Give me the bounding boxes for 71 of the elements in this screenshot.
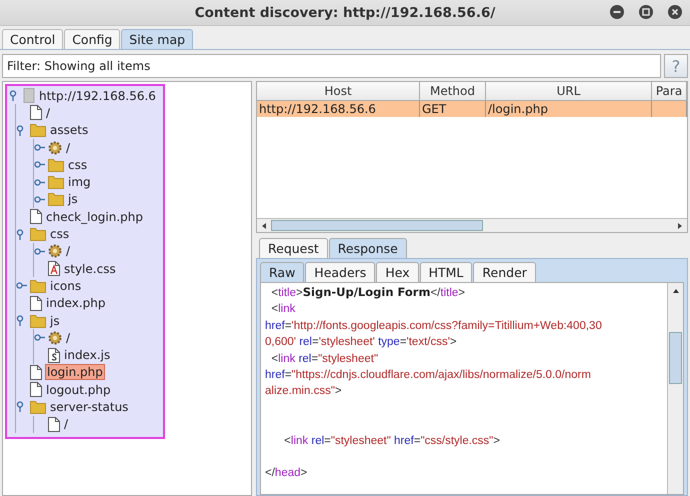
close-icon[interactable]	[668, 5, 682, 19]
tree-item[interactable]: style.css	[63, 262, 117, 276]
tree-item[interactable]: js	[67, 192, 79, 206]
tree-item[interactable]: index.js	[63, 348, 112, 362]
file-icon	[48, 416, 60, 432]
tree-item[interactable]: js	[49, 314, 61, 328]
folder-icon	[30, 314, 46, 328]
folder-icon	[48, 192, 64, 206]
collapsed-handle-icon[interactable]	[34, 159, 45, 170]
filter-field[interactable]: Filter: Showing all items	[2, 54, 661, 78]
tree-item[interactable]: /	[63, 417, 70, 432]
tab[interactable]: Response	[328, 238, 407, 258]
tree-item[interactable]: img	[67, 175, 92, 190]
table-row[interactable]: http://192.168.56.6 GET /login.php	[257, 101, 687, 117]
tree-item[interactable]: index.php	[45, 296, 106, 310]
gear-icon	[48, 140, 62, 155]
document-icon	[23, 88, 35, 104]
tab[interactable]: Hex	[376, 262, 419, 282]
horizontal-scrollbar[interactable]	[257, 218, 687, 232]
tree-item[interactable]: logout.php	[45, 382, 112, 397]
tree-item[interactable]: css	[67, 158, 88, 172]
collapsed-handle-icon[interactable]	[34, 246, 45, 257]
tree-item[interactable]: http://192.168.56.6	[38, 88, 157, 103]
tab[interactable]: Site map	[121, 29, 194, 49]
folder-icon	[30, 227, 46, 242]
tree-item[interactable]: check_login.php	[45, 210, 144, 224]
file-icon	[30, 296, 42, 311]
maximize-icon[interactable]	[639, 5, 653, 19]
tab[interactable]: Render	[473, 262, 536, 282]
file-icon	[30, 105, 42, 120]
tree-item[interactable]: css	[49, 227, 70, 242]
tree-item[interactable]: server-status	[49, 400, 130, 414]
script-file-icon	[48, 348, 60, 363]
collapsed-handle-icon[interactable]	[34, 194, 45, 205]
stylesheet-file-icon	[48, 261, 60, 276]
table-cell: http://192.168.56.6	[259, 102, 376, 116]
collapsed-handle-icon[interactable]	[34, 332, 45, 344]
scrollbar-thumb[interactable]	[669, 332, 682, 384]
window-title: Content discovery: http://192.168.56.6/	[194, 4, 496, 20]
tree-item[interactable]: /	[45, 106, 52, 120]
minimize-icon[interactable]	[610, 5, 624, 19]
tree-item[interactable]: login.php	[45, 364, 105, 380]
scrollbar-thumb[interactable]	[271, 220, 483, 231]
gear-icon	[48, 244, 62, 258]
tab[interactable]: Request	[259, 238, 328, 258]
response-source: <title>Sign-Up/Login Form</title> <link href='http://fonts.googleapis.com/css?family=Titillium+Web:400,30 0,600' rel='stylesheet' type='text/css'> <link rel="stylesheet" href="https://cdnjs.cloudflare.com/ajax/libs/normalize/5.0.0/norm alize.min.css"> <link rel="stylesheet" href="css/style.css"> </head>	[265, 284, 602, 482]
folder-icon	[48, 175, 64, 190]
collapsed-handle-icon[interactable]	[16, 280, 27, 292]
folder-icon	[30, 400, 46, 414]
table-cell: GET	[422, 102, 446, 116]
folder-icon	[30, 278, 46, 293]
tree-item[interactable]: assets	[49, 123, 90, 138]
table-cell: /login.php	[488, 102, 548, 116]
folder-icon	[30, 123, 46, 138]
tab[interactable]: Config	[64, 29, 120, 49]
tree-item[interactable]: /	[65, 330, 72, 345]
file-icon	[30, 209, 42, 224]
tree-item[interactable]: icons	[49, 278, 82, 293]
tab[interactable]: Headers	[305, 262, 376, 282]
tab[interactable]: Control	[2, 29, 64, 49]
tab[interactable]: HTML	[420, 262, 472, 282]
vertical-scrollbar[interactable]	[667, 283, 683, 494]
tree-item[interactable]: /	[65, 140, 72, 155]
collapsed-handle-icon[interactable]	[34, 176, 45, 188]
collapsed-handle-icon[interactable]	[34, 142, 45, 154]
gear-icon	[48, 330, 62, 345]
tree-item[interactable]: /	[65, 244, 72, 258]
folder-icon	[48, 158, 64, 172]
file-icon	[30, 382, 42, 398]
tab[interactable]: Raw	[260, 262, 304, 282]
file-icon	[30, 364, 42, 380]
